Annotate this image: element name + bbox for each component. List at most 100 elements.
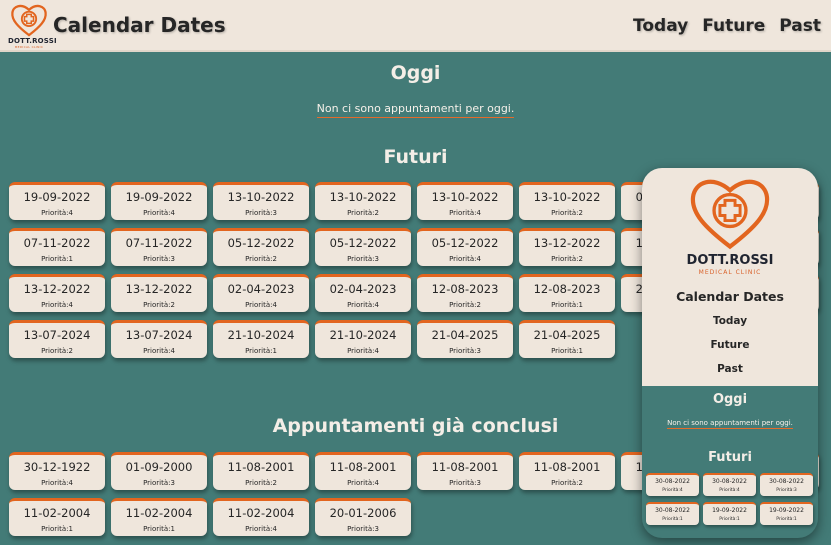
appointment-card[interactable]: 13-10-2022 Priorità:2: [519, 182, 615, 220]
appointment-date: 13-12-2022: [23, 282, 91, 296]
appointment-card[interactable]: 13-10-2022 Priorità:3: [213, 182, 309, 220]
mobile-nav-future[interactable]: Future: [642, 339, 818, 351]
appointment-priority: Priorità:4: [41, 209, 73, 217]
appointment-priority: Priorità:1: [551, 301, 583, 309]
appointment-card[interactable]: 30-08-2022 Priorità:4: [703, 473, 756, 496]
appointment-card[interactable]: 01-09-2000 Priorità:3: [111, 452, 207, 490]
appointment-card[interactable]: 05-12-2022 Priorità:3: [315, 228, 411, 266]
appointment-card[interactable]: 05-12-2022 Priorità:2: [213, 228, 309, 266]
appointment-priority: Priorità:3: [347, 255, 379, 263]
appointment-card[interactable]: 12-08-2023 Priorità:2: [417, 274, 513, 312]
appointment-card[interactable]: 30-12-1922 Priorità:4: [9, 452, 105, 490]
appointment-card[interactable]: 02-04-2023 Priorità:4: [315, 274, 411, 312]
appointment-priority: Priorità:4: [143, 347, 175, 355]
appointment-date: 11-02-2004: [23, 506, 91, 520]
appointment-card[interactable]: 19-09-2022 Priorità:1: [703, 502, 756, 525]
appointment-card[interactable]: 21-10-2024 Priorità:1: [213, 320, 309, 358]
mobile-header: DOTT.ROSSI MEDICAL CLINIC Calendar Dates…: [642, 168, 818, 386]
appointment-card[interactable]: 02-04-2023 Priorità:4: [213, 274, 309, 312]
appointment-date: 21-10-2024: [227, 328, 295, 342]
future-section-title: Futuri: [383, 146, 448, 168]
appointment-card[interactable]: 11-08-2001 Priorità:3: [417, 452, 513, 490]
appointment-card[interactable]: 21-04-2025 Priorità:3: [417, 320, 513, 358]
appointment-card[interactable]: 11-02-2004 Priorità:1: [9, 498, 105, 536]
appointment-priority: Priorità:1: [719, 517, 740, 522]
appointment-card[interactable]: 11-02-2004 Priorità:1: [111, 498, 207, 536]
appointment-priority: Priorità:4: [449, 255, 481, 263]
app-title: Calendar Dates: [53, 13, 226, 37]
appointment-priority: Priorità:3: [143, 255, 175, 263]
appointment-priority: Priorità:4: [449, 209, 481, 217]
appointment-priority: Priorità:2: [245, 479, 277, 487]
appointment-date: 05-12-2022: [431, 236, 499, 250]
appointment-card[interactable]: 19-09-2022 Priorità:4: [111, 182, 207, 220]
mobile-preview: DOTT.ROSSI MEDICAL CLINIC Calendar Dates…: [642, 168, 818, 538]
appointment-card[interactable]: 13-12-2022 Priorità:2: [111, 274, 207, 312]
appointment-card[interactable]: 30-08-2022 Priorità:1: [646, 502, 699, 525]
appointment-priority: Priorità:2: [551, 479, 583, 487]
appointment-date: 19-09-2022: [712, 507, 747, 514]
appointment-priority: Priorità:2: [551, 255, 583, 263]
appointment-card[interactable]: 12-08-2023 Priorità:1: [519, 274, 615, 312]
appointment-card[interactable]: 30-08-2022 Priorità:4: [646, 473, 699, 496]
appointment-priority: Priorità:2: [245, 255, 277, 263]
appointment-card[interactable]: 11-08-2001 Priorità:4: [315, 452, 411, 490]
appointment-date: 05-12-2022: [329, 236, 397, 250]
heart-cross-icon: [11, 4, 47, 37]
main-nav: Today Future Past: [633, 16, 821, 36]
appointment-card[interactable]: 19-09-2022 Priorità:4: [9, 182, 105, 220]
appointment-card[interactable]: 07-11-2022 Priorità:3: [111, 228, 207, 266]
mobile-nav-today[interactable]: Today: [642, 315, 818, 327]
appointment-priority: Priorità:3: [776, 488, 797, 493]
appointment-date: 11-02-2004: [227, 506, 295, 520]
appointment-card[interactable]: 21-10-2024 Priorità:4: [315, 320, 411, 358]
appointment-card[interactable]: 13-10-2022 Priorità:4: [417, 182, 513, 220]
appointment-date: 07-11-2022: [23, 236, 91, 250]
appointment-priority: Priorità:2: [551, 209, 583, 217]
appointment-card[interactable]: 19-09-2022 Priorità:1: [760, 502, 813, 525]
appointment-date: 11-08-2001: [431, 460, 499, 474]
appointment-card[interactable]: 30-08-2022 Priorità:3: [760, 473, 813, 496]
appointment-date: 13-10-2022: [227, 190, 295, 204]
appointment-card[interactable]: 11-08-2001 Priorità:2: [213, 452, 309, 490]
mobile-nav-past[interactable]: Past: [642, 363, 818, 375]
appointment-card[interactable]: 13-12-2022 Priorità:4: [9, 274, 105, 312]
appointment-date: 11-08-2001: [329, 460, 397, 474]
appointment-card[interactable]: 07-11-2022 Priorità:1: [9, 228, 105, 266]
appointment-priority: Priorità:1: [41, 525, 73, 533]
appointment-card[interactable]: 21-04-2025 Priorità:1: [519, 320, 615, 358]
appointment-card[interactable]: 20-01-2006 Priorità:3: [315, 498, 411, 536]
appointment-date: 20-01-2006: [329, 506, 397, 520]
appointment-priority: Priorità:1: [551, 347, 583, 355]
nav-link-future[interactable]: Future: [702, 16, 765, 36]
clinic-logo[interactable]: DOTT.ROSSI MEDICAL CLINIC: [8, 3, 57, 49]
appointment-card[interactable]: 13-10-2022 Priorità:2: [315, 182, 411, 220]
appointment-date: 12-08-2023: [431, 282, 499, 296]
appointment-card[interactable]: 13-07-2024 Priorità:4: [111, 320, 207, 358]
appointment-priority: Priorità:1: [41, 255, 73, 263]
appointment-card[interactable]: 13-07-2024 Priorità:2: [9, 320, 105, 358]
nav-link-today[interactable]: Today: [633, 16, 688, 36]
mobile-brand-subtitle: MEDICAL CLINIC: [698, 269, 762, 276]
appointment-date: 13-12-2022: [533, 236, 601, 250]
appointment-priority: Priorità:3: [347, 525, 379, 533]
appointment-date: 30-08-2022: [655, 507, 690, 514]
appointment-date: 21-04-2025: [431, 328, 499, 342]
appointment-priority: Priorità:4: [347, 479, 379, 487]
appointment-date: 19-09-2022: [769, 507, 804, 514]
appointment-date: 13-07-2024: [125, 328, 193, 342]
appointment-priority: Priorità:3: [143, 479, 175, 487]
nav-link-past[interactable]: Past: [779, 16, 821, 36]
appointment-card[interactable]: 13-12-2022 Priorità:2: [519, 228, 615, 266]
appointment-priority: Priorità:2: [347, 209, 379, 217]
appointment-date: 12-08-2023: [533, 282, 601, 296]
mobile-brand-name: DOTT.ROSSI: [686, 253, 774, 268]
appointment-date: 13-07-2024: [23, 328, 91, 342]
appointment-card[interactable]: 11-02-2004 Priorità:4: [213, 498, 309, 536]
appointment-card[interactable]: 05-12-2022 Priorità:4: [417, 228, 513, 266]
heart-cross-icon: [690, 179, 770, 250]
appointment-card[interactable]: 11-08-2001 Priorità:2: [519, 452, 615, 490]
appointment-date: 19-09-2022: [125, 190, 193, 204]
appointment-priority: Priorità:4: [719, 488, 740, 493]
mobile-appointments-grid: 30-08-2022 Priorità:4 30-08-2022 Priorità:4…: [646, 473, 813, 525]
